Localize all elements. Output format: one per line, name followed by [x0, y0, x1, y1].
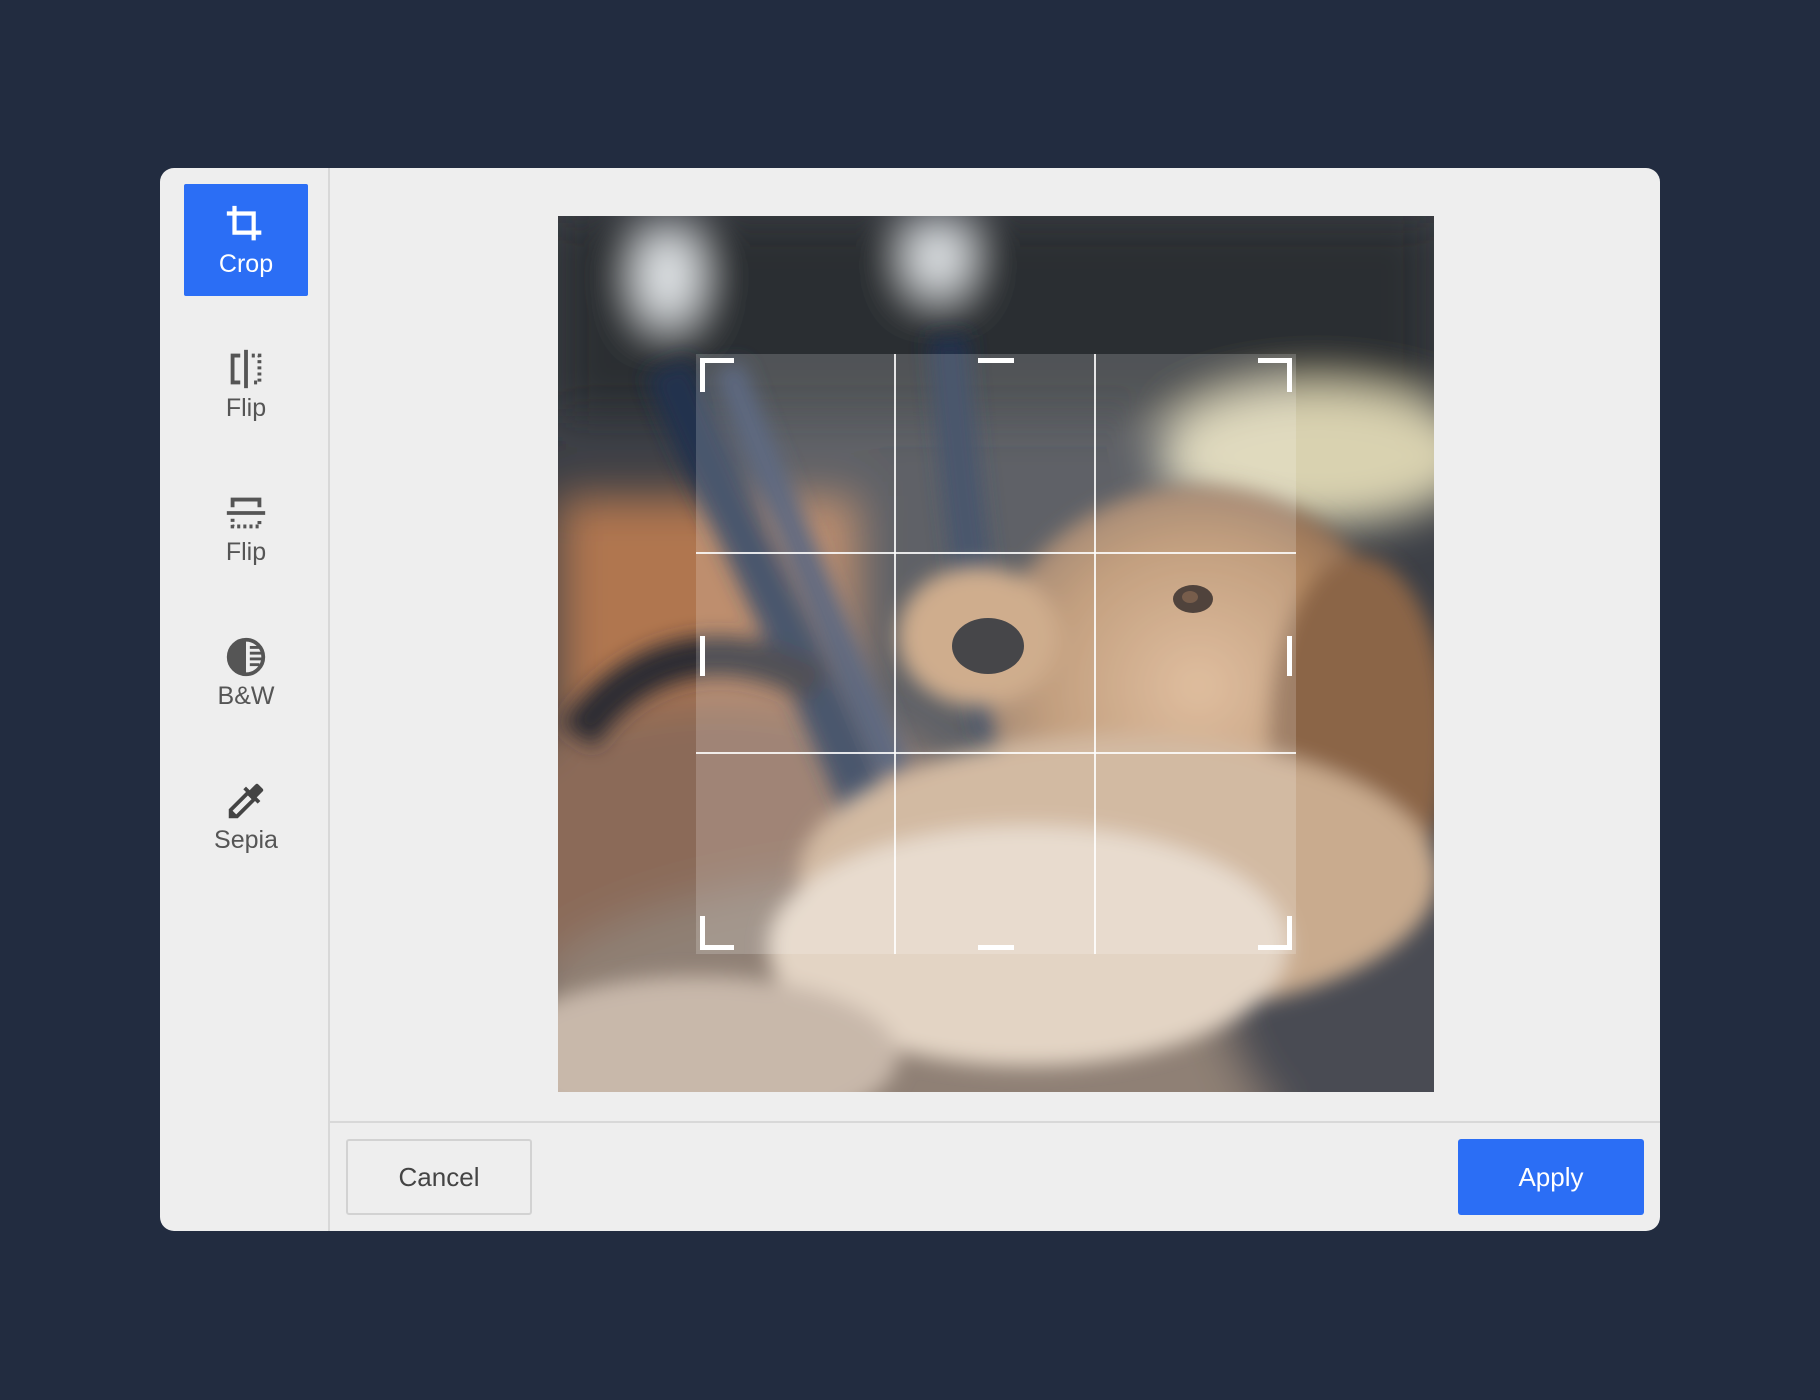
crop-handle-bottom-right[interactable]: [1287, 916, 1292, 950]
crop-handle-top-left[interactable]: [700, 358, 705, 392]
flip-vertical-icon: [223, 490, 269, 536]
tool-label: B&W: [217, 681, 275, 710]
tool-crop[interactable]: Crop: [184, 184, 308, 296]
crop-handle-top-left[interactable]: [700, 358, 734, 363]
crop-handle-right[interactable]: [1287, 636, 1292, 676]
crop-handle-bottom[interactable]: [978, 945, 1014, 950]
crop-grid-line: [894, 354, 896, 954]
photo-dog: [558, 216, 1434, 1092]
flip-horizontal-icon: [223, 346, 269, 392]
image-editor-dialog: Crop Flip Flip B&W Sepia Cancel Apply: [160, 168, 1660, 1231]
crop-handle-top-right[interactable]: [1287, 358, 1292, 392]
crop-handle-top[interactable]: [978, 358, 1014, 363]
crop-grid-line: [1094, 354, 1096, 954]
crop-grid-line: [696, 752, 1296, 754]
crop-handle-bottom-left[interactable]: [700, 916, 705, 950]
crop-selection[interactable]: [696, 354, 1296, 954]
apply-button[interactable]: Apply: [1458, 1139, 1644, 1215]
tool-label: Flip: [225, 393, 267, 422]
tool-sepia[interactable]: Sepia: [184, 760, 308, 872]
tool-label: Crop: [218, 249, 274, 278]
tool-flip-vertical[interactable]: Flip: [184, 472, 308, 584]
tool-sidebar: Crop Flip Flip B&W Sepia: [160, 168, 330, 1231]
tool-label: Flip: [225, 537, 267, 566]
canvas-area: [330, 168, 1660, 1121]
crop-handle-left[interactable]: [700, 636, 705, 676]
crop-handle-bottom-left[interactable]: [700, 945, 734, 950]
eyedropper-icon: [223, 778, 269, 824]
contrast-icon: [223, 634, 269, 680]
tool-label: Sepia: [214, 825, 278, 854]
tool-flip-horizontal[interactable]: Flip: [184, 328, 308, 440]
action-bar: Cancel Apply: [330, 1121, 1660, 1231]
crop-icon: [223, 202, 269, 248]
tool-bw[interactable]: B&W: [184, 616, 308, 728]
crop-grid-line: [696, 552, 1296, 554]
cancel-button[interactable]: Cancel: [346, 1139, 532, 1215]
